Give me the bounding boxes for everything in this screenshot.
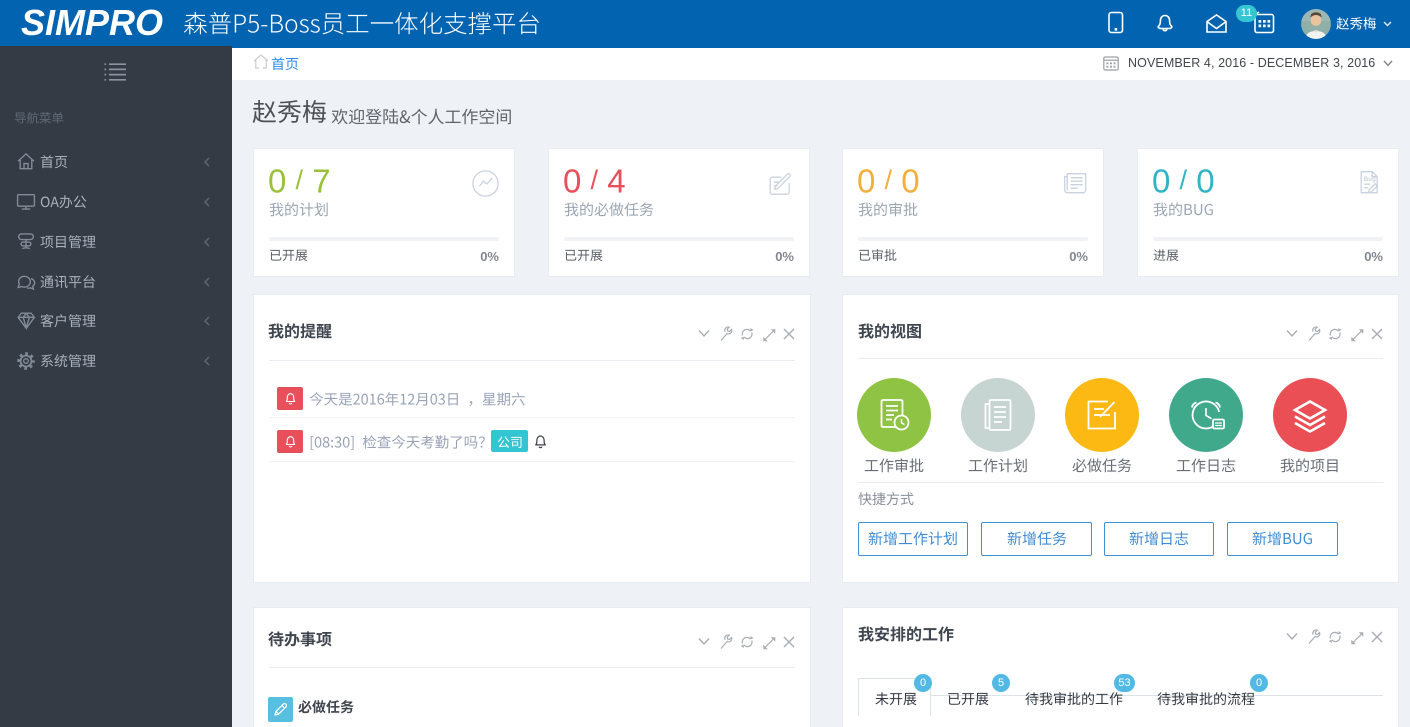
svg-text:Bug: Bug xyxy=(1364,176,1376,183)
